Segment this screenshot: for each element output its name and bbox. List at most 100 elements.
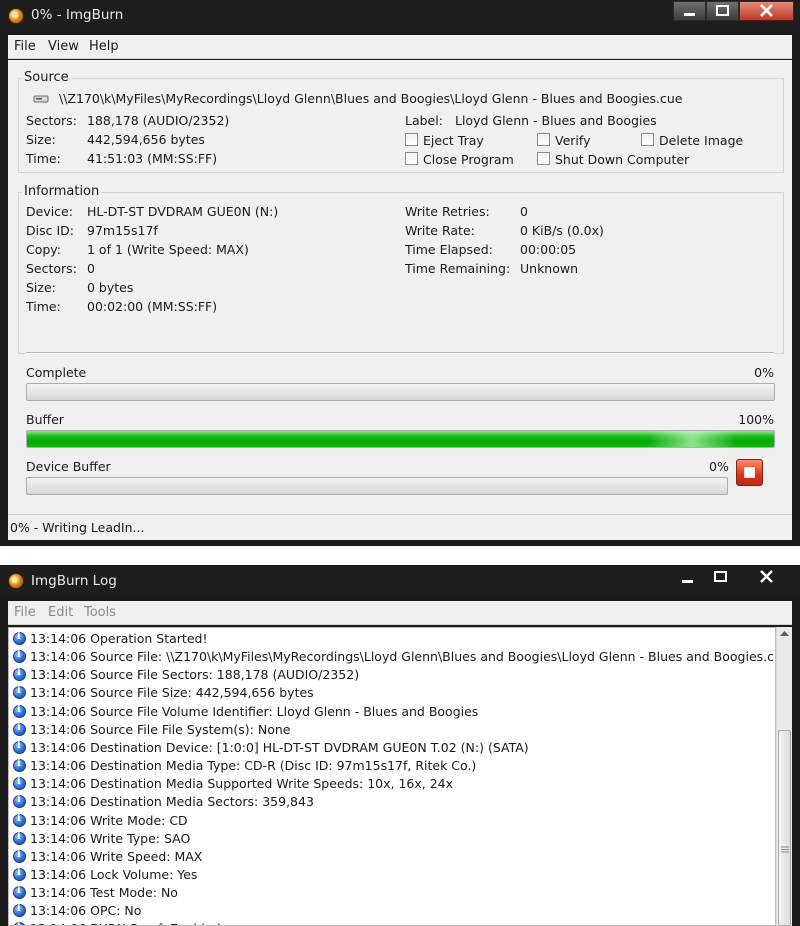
log-entry-text: 13:14:06 Source File Volume Identifier: … [30, 703, 479, 719]
info-icon [13, 921, 26, 925]
info-icon [13, 867, 26, 881]
disc-id-label: Disc ID: [26, 223, 74, 238]
source-size-label: Size: [26, 132, 56, 147]
source-time-label: Time: [26, 151, 61, 166]
write-retries-value: 0 [520, 204, 528, 219]
status-text: 0% - Writing LeadIn... [10, 520, 145, 535]
log-window-title: ImgBurn Log [31, 573, 117, 589]
info-icon [13, 722, 26, 736]
time-elapsed-value: 00:00:05 [520, 242, 577, 257]
device-label: Device: [26, 204, 73, 219]
write-rate-label: Write Rate: [405, 223, 475, 238]
log-entry-text: 13:14:06 Write Type: SAO [30, 830, 191, 846]
log-entry-text: 13:14:06 Operation Started! [30, 631, 208, 646]
disc-label-label: Label: [405, 113, 443, 128]
info-time-value: 00:02:00 (MM:SS:FF) [87, 299, 218, 314]
device-buffer-progress-bar [26, 477, 728, 495]
eject-tray-label[interactable]: Eject Tray [423, 133, 484, 148]
info-icon [13, 885, 26, 900]
title-bar[interactable]: 0% - ImgBurn [0, 0, 800, 32]
log-entry-text: 13:14:06 Source File File System(s): Non… [30, 721, 291, 737]
log-title-bar[interactable]: ImgBurn Log [0, 565, 800, 595]
log-entry-text: 13:14:06 Destination Device: [1:0:0] HL-… [30, 739, 529, 755]
menu-file[interactable]: File [14, 39, 36, 54]
stop-button[interactable] [736, 459, 763, 486]
imgburn-app-icon [8, 8, 24, 24]
time-remaining-label: Time Remaining: [405, 261, 511, 276]
complete-progress-bar [26, 383, 775, 401]
info-size-value: 0 bytes [87, 280, 134, 295]
device-buffer-percent: 0% [709, 459, 729, 474]
shut-down-computer-checkbox[interactable] [537, 152, 550, 165]
menu-help[interactable]: Help [89, 39, 119, 54]
shut-down-computer-label[interactable]: Shut Down Computer [555, 152, 689, 167]
imgburn-log-app-icon [8, 573, 24, 589]
log-entry-text: 13:14:06 Destination Media Supported Wri… [30, 776, 454, 792]
source-group-label: Source [22, 70, 71, 85]
log-entry-text: 13:14:06 Destination Media Type: CD-R (D… [30, 758, 477, 774]
log-entry-text: 13:14:06 OPC: No [30, 903, 142, 919]
source-sectors-label: Sectors: [26, 113, 77, 128]
scroll-thumb[interactable] [778, 730, 791, 926]
menu-view[interactable]: View [48, 39, 79, 54]
scroll-grip-icon [781, 846, 789, 853]
info-icon [13, 649, 26, 664]
log-menu-edit[interactable]: Edit [48, 605, 73, 620]
copy-value: 1 of 1 (Write Speed: MAX) [87, 242, 249, 257]
menu-bar: File View Help [8, 35, 792, 59]
status-bar: 0% - Writing LeadIn... [8, 514, 792, 540]
scroll-up-arrow-icon[interactable] [780, 630, 789, 636]
log-close-button[interactable] [739, 567, 794, 587]
info-icon [13, 685, 26, 700]
maximize-button[interactable] [706, 1, 739, 21]
source-sectors-value: 188,178 (AUDIO/2352) [87, 113, 230, 128]
log-maximize-button[interactable] [704, 567, 737, 587]
log-scrollbar[interactable] [776, 627, 792, 926]
write-rate-value: 0 KiB/s (0.0x) [520, 223, 604, 238]
verify-label[interactable]: Verify [555, 133, 590, 148]
info-icon [13, 903, 26, 918]
close-program-label[interactable]: Close Program [423, 152, 514, 167]
info-sectors-value: 0 [87, 261, 95, 276]
time-remaining-value: Unknown [520, 261, 579, 276]
buffer-percent: 100% [738, 412, 774, 427]
info-time-label: Time: [26, 299, 61, 314]
log-entry-text: 13:14:06 Write Speed: MAX [30, 848, 203, 864]
stop-icon [744, 467, 755, 478]
log-entry-text: 13:14:06 Source File: \\Z170\k\MyFiles\M… [30, 649, 776, 665]
eject-tray-checkbox[interactable] [405, 133, 418, 146]
log-entry-text: 13:14:06 Write Mode: CD [30, 812, 188, 828]
log-list[interactable]: 13:14:06 Operation Started! 13:14:06 Sour… [8, 627, 776, 926]
device-buffer-label: Device Buffer [26, 459, 111, 474]
minimize-icon [682, 580, 693, 583]
minimize-button[interactable] [673, 1, 706, 21]
info-icon [13, 631, 26, 645]
info-icon [13, 740, 26, 754]
main-panel: Source \\Z170\k\MyFiles\MyRecordings\Llo… [8, 60, 792, 514]
complete-percent: 0% [754, 365, 774, 380]
delete-image-label[interactable]: Delete Image [659, 133, 743, 148]
delete-image-checkbox[interactable] [641, 133, 654, 146]
log-entry-text: 13:14:06 Lock Volume: Yes [30, 866, 198, 882]
info-icon [13, 794, 26, 809]
close-program-checkbox[interactable] [405, 152, 418, 165]
log-menu-file[interactable]: File [14, 605, 36, 620]
log-minimize-button[interactable] [671, 567, 704, 587]
log-entry-text: 13:14:06 Source File Size: 442,594,656 b… [30, 685, 314, 701]
info-icon [13, 831, 26, 845]
info-icon [13, 813, 26, 827]
info-icon [13, 667, 26, 682]
info-icon [13, 704, 26, 718]
log-entry-text: 13:14:06 Destination Media Sectors: 359,… [30, 794, 314, 810]
copy-label: Copy: [26, 242, 62, 257]
verify-checkbox[interactable] [537, 133, 550, 146]
main-window: 0% - ImgBurn File View Help Source \\Z17… [0, 0, 800, 546]
buffer-label: Buffer [26, 412, 64, 427]
disc-label-value: Lloyd Glenn - Blues and Boogies [455, 113, 657, 128]
log-menu-bar: File Edit Tools [8, 601, 792, 625]
source-time-value: 41:51:03 (MM:SS:FF) [87, 151, 218, 166]
info-icon [13, 849, 26, 863]
log-menu-tools[interactable]: Tools [84, 605, 116, 620]
close-button[interactable] [739, 1, 794, 21]
buffer-glow [647, 431, 737, 447]
